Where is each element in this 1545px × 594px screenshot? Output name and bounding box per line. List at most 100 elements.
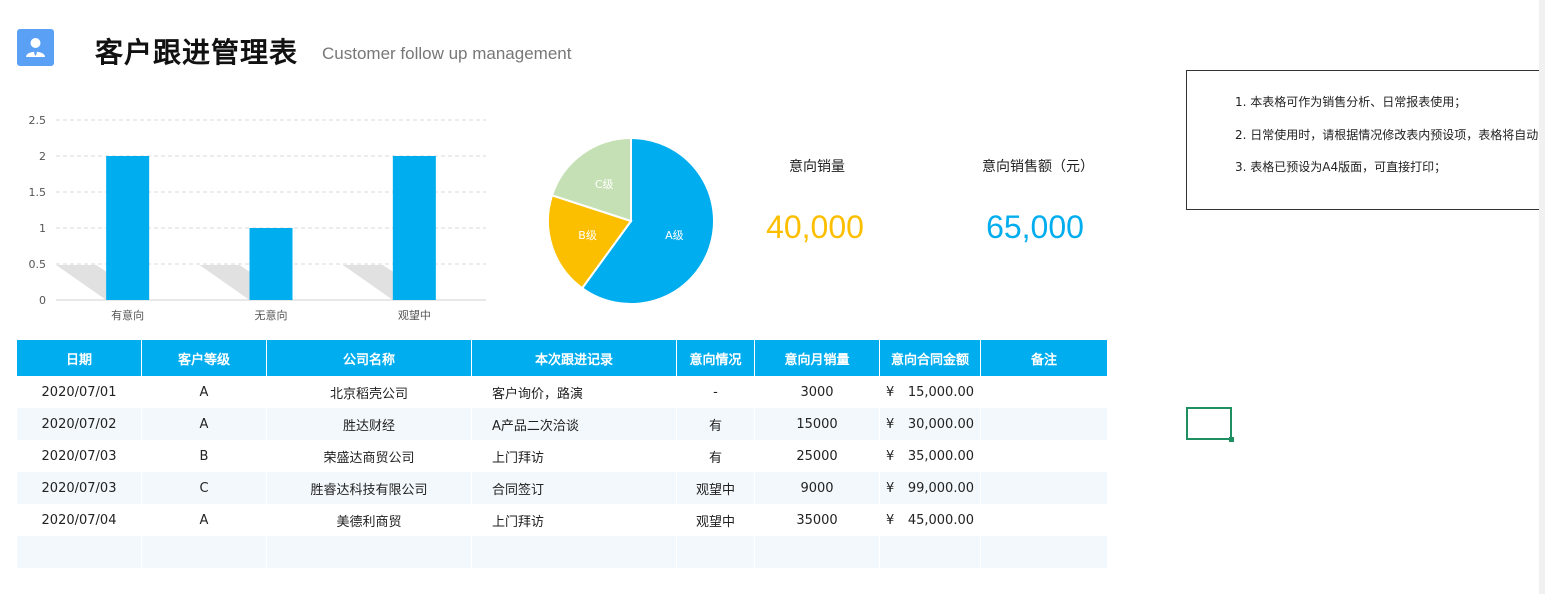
- y-tick-label: 0.5: [29, 258, 47, 271]
- cell-company[interactable]: 胜达财经: [267, 408, 472, 440]
- selected-cell[interactable]: [1186, 407, 1232, 440]
- x-tick-label: 无意向: [255, 308, 288, 322]
- cell-record[interactable]: 上门拜访: [472, 504, 677, 536]
- follow-up-table: 日期 客户等级 公司名称 本次跟进记录 意向情况 意向月销量 意向合同金额 备注…: [17, 340, 1107, 568]
- cell-empty[interactable]: [472, 536, 677, 568]
- cell-intent[interactable]: 有: [677, 440, 755, 472]
- cell-company[interactable]: 胜睿达科技有限公司: [267, 472, 472, 504]
- amount-value: 45,000.00: [907, 512, 974, 528]
- cell-record[interactable]: 合同签订: [472, 472, 677, 504]
- pie-slice-label: A级: [665, 229, 684, 242]
- currency-symbol: ¥: [886, 480, 895, 496]
- cell-amount[interactable]: ¥30,000.00: [880, 408, 981, 440]
- bar-chart[interactable]: 0 0.5 1 1.5 2 2.5 有意向 无意向 观望中: [20, 108, 490, 328]
- cell-amount[interactable]: ¥99,000.00: [880, 472, 981, 504]
- header-cell-volume[interactable]: 意向月销量: [755, 340, 880, 376]
- cell-volume[interactable]: 15000: [755, 408, 880, 440]
- bar[interactable]: [392, 156, 436, 300]
- header-cell-company[interactable]: 公司名称: [267, 340, 472, 376]
- cell-empty[interactable]: [677, 536, 755, 568]
- table-row-empty: [17, 536, 1107, 568]
- cell-date[interactable]: 2020/07/03: [17, 472, 142, 504]
- cell-empty[interactable]: [755, 536, 880, 568]
- pie-chart[interactable]: A级 B级 C级: [540, 130, 730, 310]
- cell-empty[interactable]: [880, 536, 981, 568]
- cell-level[interactable]: A: [142, 408, 267, 440]
- bar[interactable]: [249, 228, 293, 300]
- currency-symbol: ¥: [886, 512, 895, 528]
- cell-volume[interactable]: 3000: [755, 376, 880, 408]
- table-row: 2020/07/04 A 美德利商贸 上门拜访 观望中 35000 ¥45,00…: [17, 504, 1107, 536]
- cell-amount[interactable]: ¥35,000.00: [880, 440, 981, 472]
- cell-date[interactable]: 2020/07/01: [17, 376, 142, 408]
- cell-record[interactable]: 上门拜访: [472, 440, 677, 472]
- notes-box[interactable]: 1. 本表格可作为销售分析、日常报表使用； 2. 日常使用时，请根据情况修改表内…: [1186, 70, 1545, 210]
- header-cell-remark[interactable]: 备注: [981, 340, 1107, 376]
- cell-company[interactable]: 北京稻壳公司: [267, 376, 472, 408]
- cell-company[interactable]: 美德利商贸: [267, 504, 472, 536]
- kpi-amount-label: 意向销售额（元）: [982, 159, 1094, 175]
- amount-value: 15,000.00: [907, 384, 974, 400]
- kpi-amount-value: 65,000: [986, 209, 1084, 245]
- y-tick-label: 0: [39, 294, 46, 307]
- amount-value: 30,000.00: [907, 416, 974, 432]
- fill-handle[interactable]: [1229, 437, 1234, 442]
- table-row: 2020/07/03 B 荣盛达商贸公司 上门拜访 有 25000 ¥35,00…: [17, 440, 1107, 472]
- cell-intent[interactable]: 观望中: [677, 472, 755, 504]
- cell-volume[interactable]: 9000: [755, 472, 880, 504]
- cell-intent[interactable]: 有: [677, 408, 755, 440]
- x-tick-label: 有意向: [111, 308, 144, 322]
- y-tick-label: 1.5: [29, 186, 47, 199]
- user-badge-icon: [26, 38, 45, 57]
- cell-remark[interactable]: [981, 408, 1107, 440]
- cell-record[interactable]: A产品二次洽谈: [472, 408, 677, 440]
- cell-date[interactable]: 2020/07/04: [17, 504, 142, 536]
- cell-empty[interactable]: [17, 536, 142, 568]
- table-header-row: 日期 客户等级 公司名称 本次跟进记录 意向情况 意向月销量 意向合同金额 备注: [17, 340, 1107, 376]
- cell-level[interactable]: A: [142, 504, 267, 536]
- header-cell-date[interactable]: 日期: [17, 340, 142, 376]
- currency-symbol: ¥: [886, 448, 895, 464]
- cell-level[interactable]: A: [142, 376, 267, 408]
- amount-value: 99,000.00: [907, 480, 974, 496]
- cell-intent[interactable]: -: [677, 376, 755, 408]
- cell-volume[interactable]: 25000: [755, 440, 880, 472]
- currency-symbol: ¥: [886, 416, 895, 432]
- cell-date[interactable]: 2020/07/02: [17, 408, 142, 440]
- cell-amount[interactable]: ¥15,000.00: [880, 376, 981, 408]
- page-title: 客户跟进管理表: [95, 36, 299, 69]
- cell-company[interactable]: 荣盛达商贸公司: [267, 440, 472, 472]
- bar[interactable]: [106, 156, 150, 300]
- header-cell-intent[interactable]: 意向情况: [677, 340, 755, 376]
- header-cell-level[interactable]: 客户等级: [142, 340, 267, 376]
- cell-level[interactable]: B: [142, 440, 267, 472]
- x-tick-label: 观望中: [398, 309, 431, 322]
- table-row: 2020/07/01 A 北京稻壳公司 客户询价，路演 - 3000 ¥15,0…: [17, 376, 1107, 408]
- cell-remark[interactable]: [981, 472, 1107, 504]
- header-cell-record[interactable]: 本次跟进记录: [472, 340, 677, 376]
- cell-intent[interactable]: 观望中: [677, 504, 755, 536]
- y-tick-label: 2: [39, 150, 46, 163]
- note-line: 2. 日常使用时，请根据情况修改表内预设项，表格将自动更新: [1235, 128, 1545, 142]
- cell-remark[interactable]: [981, 440, 1107, 472]
- scrollbar[interactable]: [1539, 0, 1545, 594]
- cell-amount[interactable]: ¥45,000.00: [880, 504, 981, 536]
- logo: [17, 29, 54, 66]
- note-line: 3. 表格已预设为A4版面，可直接打印；: [1235, 160, 1447, 174]
- pie-slice-label: B级: [578, 229, 597, 242]
- cell-remark[interactable]: [981, 376, 1107, 408]
- cell-record[interactable]: 客户询价，路演: [472, 376, 677, 408]
- cell-level[interactable]: C: [142, 472, 267, 504]
- table-row: 2020/07/02 A 胜达财经 A产品二次洽谈 有 15000 ¥30,00…: [17, 408, 1107, 440]
- cell-remark[interactable]: [981, 504, 1107, 536]
- cell-empty[interactable]: [267, 536, 472, 568]
- kpi-volume-label: 意向销量: [789, 159, 845, 175]
- amount-value: 35,000.00: [907, 448, 974, 464]
- cell-date[interactable]: 2020/07/03: [17, 440, 142, 472]
- cell-empty[interactable]: [981, 536, 1107, 568]
- y-tick-label: 2.5: [29, 114, 47, 127]
- header-cell-amount[interactable]: 意向合同金额: [880, 340, 981, 376]
- kpi-volume-value: 40,000: [766, 209, 864, 245]
- cell-volume[interactable]: 35000: [755, 504, 880, 536]
- cell-empty[interactable]: [142, 536, 267, 568]
